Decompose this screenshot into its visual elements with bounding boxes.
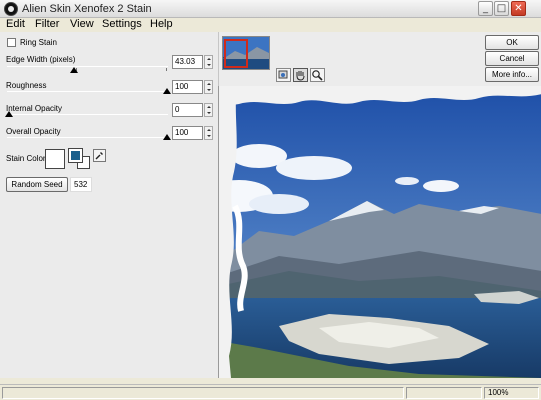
internal-opacity-spinner[interactable]	[204, 103, 213, 117]
edge-width-label: Edge Width (pixels)	[6, 55, 76, 64]
ok-button[interactable]: OK	[485, 35, 539, 50]
navigator-thumbnail[interactable]	[222, 36, 270, 70]
overall-opacity-label: Overall Opacity	[6, 127, 61, 136]
app-icon	[4, 2, 18, 16]
random-seed-value[interactable]: 532	[70, 177, 92, 192]
window-title: Alien Skin Xenofex 2 Stain	[22, 3, 152, 15]
internal-opacity-input[interactable]: 0	[172, 103, 203, 117]
hand-tool-icon[interactable]	[293, 68, 308, 82]
status-info	[406, 387, 482, 399]
random-seed-button[interactable]: Random Seed	[6, 177, 68, 192]
edge-width-spinner[interactable]	[204, 55, 213, 69]
menu-view[interactable]: View	[70, 18, 94, 30]
title-bar: Alien Skin Xenofex 2 Stain _ □ ✕	[0, 0, 541, 18]
maximize-button[interactable]: □	[494, 1, 509, 16]
overall-opacity-spinner[interactable]	[204, 126, 213, 140]
zoom-icon[interactable]	[310, 68, 325, 82]
ring-stain-label: Ring Stain	[20, 38, 57, 47]
preview-toolbar	[218, 32, 484, 86]
internal-opacity-track[interactable]	[7, 114, 168, 115]
roughness-spinner[interactable]	[204, 80, 213, 94]
preview-image[interactable]	[218, 86, 541, 378]
more-info-button[interactable]: More info...	[485, 67, 539, 82]
overall-opacity-input[interactable]: 100	[172, 126, 203, 140]
internal-opacity-slider[interactable]	[5, 111, 13, 117]
controls-panel: Ring Stain Edge Width (pixels) 43.03 Rou…	[0, 32, 218, 378]
menu-edit[interactable]: Edit	[6, 18, 25, 30]
roughness-slider[interactable]	[163, 88, 171, 94]
status-bar: 100%	[0, 384, 541, 400]
zoom-level: 100%	[484, 387, 539, 399]
dialog-buttons: OK Cancel More info...	[484, 32, 541, 86]
ring-stain-checkbox[interactable]	[7, 38, 16, 47]
cancel-button[interactable]: Cancel	[485, 51, 539, 66]
stain-color-swatch[interactable]	[45, 149, 65, 169]
minimize-button[interactable]: _	[478, 1, 493, 16]
roughness-track[interactable]	[7, 91, 168, 92]
menu-settings[interactable]: Settings	[102, 18, 142, 30]
close-button[interactable]: ✕	[511, 1, 526, 16]
color-front-swatch[interactable]	[68, 148, 83, 163]
edge-width-track[interactable]	[7, 66, 168, 67]
overall-opacity-track[interactable]	[7, 137, 168, 138]
edge-width-slider[interactable]	[70, 67, 78, 73]
menu-filter[interactable]: Filter	[35, 18, 59, 30]
menu-help[interactable]: Help	[150, 18, 173, 30]
stained-landscape-image	[219, 86, 541, 378]
menu-bar: Edit Filter View Settings Help	[0, 18, 541, 32]
edge-width-tick	[166, 68, 167, 71]
status-message	[2, 387, 404, 399]
roughness-label: Roughness	[6, 81, 47, 90]
eyedropper-icon[interactable]	[93, 149, 106, 162]
stain-color-label: Stain Color	[6, 154, 46, 163]
roughness-input[interactable]: 100	[172, 80, 203, 94]
overall-opacity-slider[interactable]	[163, 134, 171, 140]
edge-width-input[interactable]: 43.03	[172, 55, 203, 69]
internal-opacity-label: Internal Opacity	[6, 104, 63, 113]
zoom-fit-icon[interactable]	[276, 68, 291, 82]
